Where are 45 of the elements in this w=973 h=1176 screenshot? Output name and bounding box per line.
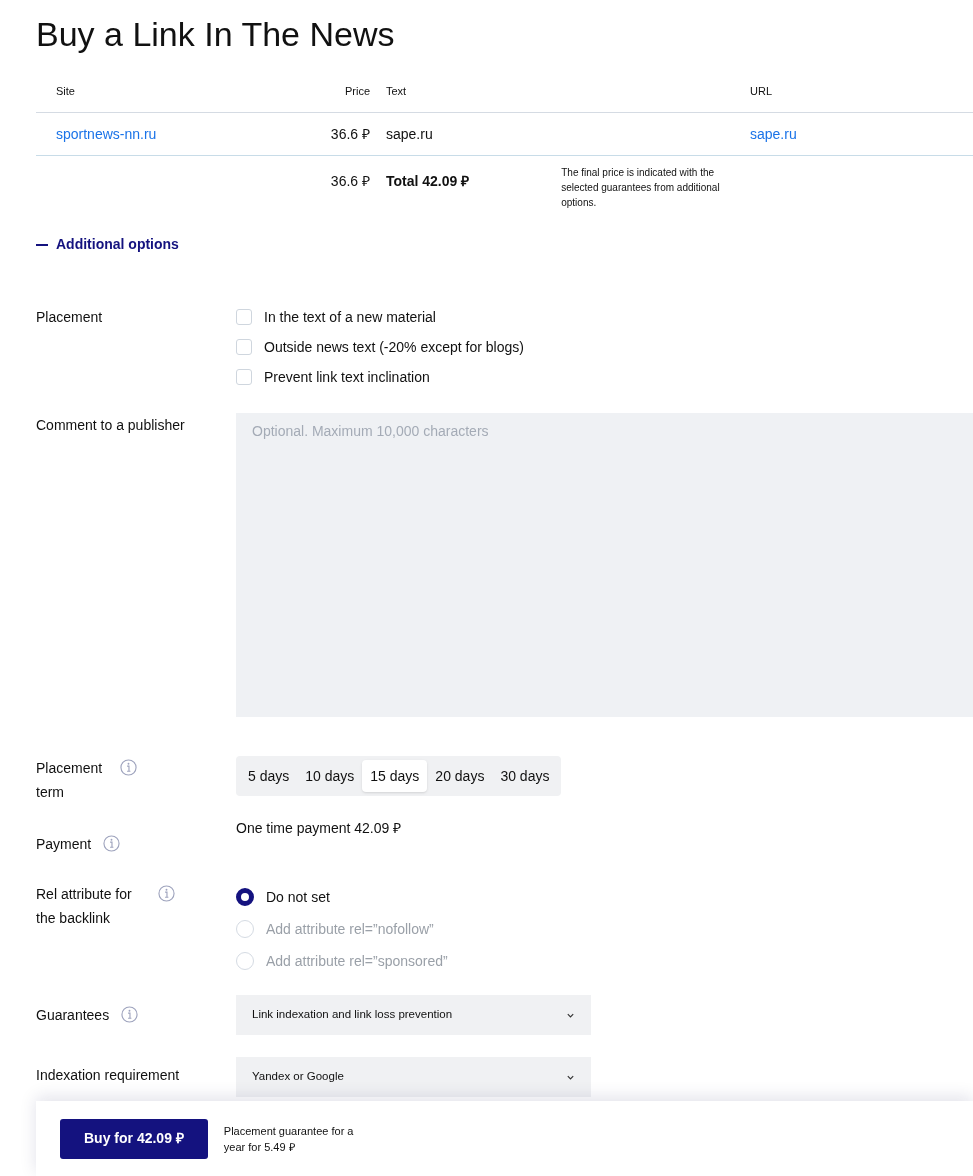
indexation-dropdown[interactable]: Yandex or Google: [236, 1057, 591, 1097]
term-option[interactable]: 10 days: [297, 760, 363, 792]
column-header: URL: [750, 83, 773, 99]
price-note: The final price is indicated with the selected guarantees from additional options.: [561, 166, 721, 210]
checkbox[interactable]: [236, 309, 252, 325]
info-icon[interactable]: [120, 759, 137, 776]
term-option[interactable]: 15 days: [362, 760, 428, 792]
table-cell-text: sape.ru: [385, 124, 434, 144]
field-label: Payment: [36, 835, 92, 854]
additional-options-toggle[interactable]: Additional options: [36, 234, 179, 255]
url-link[interactable]: sape.ru: [750, 125, 797, 142]
page-title: Buy a Link In The News: [36, 14, 396, 55]
field-label: Rel attribute for the backlink: [36, 885, 133, 928]
radio-label: Add attribute rel=”nofollow”: [266, 920, 434, 939]
info-icon[interactable]: [103, 835, 121, 852]
table-cell-text: 36.6 ₽: [329, 124, 370, 144]
field-label: Placement term: [36, 759, 104, 802]
term-option[interactable]: 30 days: [492, 760, 558, 792]
field-label: Comment to a publisher: [36, 416, 185, 435]
radio-label: Add attribute rel=”sponsored”: [266, 952, 448, 971]
checkbox[interactable]: [236, 339, 252, 355]
column-header: Site: [56, 83, 76, 99]
checkbox-label: In the text of a new material: [264, 308, 436, 327]
guarantees-dropdown[interactable]: Link indexation and link loss prevention: [236, 995, 591, 1035]
checkbox-label: Prevent link text inclination: [264, 368, 430, 387]
table-cell-text: 36.6 ₽: [329, 172, 370, 191]
radio-button[interactable]: [236, 888, 254, 906]
total-price: Total 42.09 ₽: [386, 172, 470, 191]
column-header: Price: [343, 83, 370, 99]
info-icon[interactable]: [121, 1006, 139, 1023]
term-option[interactable]: 20 days: [427, 760, 493, 792]
buy-button[interactable]: Buy for 42.09 ₽: [60, 1118, 208, 1159]
guarantee-note: Placement guarantee for a year for 5.49 ₽: [223, 1123, 354, 1155]
field-label: Indexation requirement: [36, 1066, 180, 1085]
field-label: Guarantees: [36, 1006, 110, 1025]
term-option[interactable]: 5 days: [240, 760, 298, 792]
field-label: Placement: [36, 308, 103, 327]
checkbox[interactable]: [236, 369, 252, 385]
column-header: Text: [385, 83, 408, 99]
info-icon[interactable]: [158, 885, 175, 902]
radio-label: Do not set: [266, 888, 330, 907]
site-link[interactable]: sportnews-nn.ru: [56, 125, 157, 142]
comment-field[interactable]: Optional. Maximum 10,000 characters: [236, 413, 973, 717]
checkbox-label: Outside news text (-20% except for blogs): [264, 338, 524, 357]
payment-text: One time payment 42.09 ₽: [236, 819, 403, 838]
